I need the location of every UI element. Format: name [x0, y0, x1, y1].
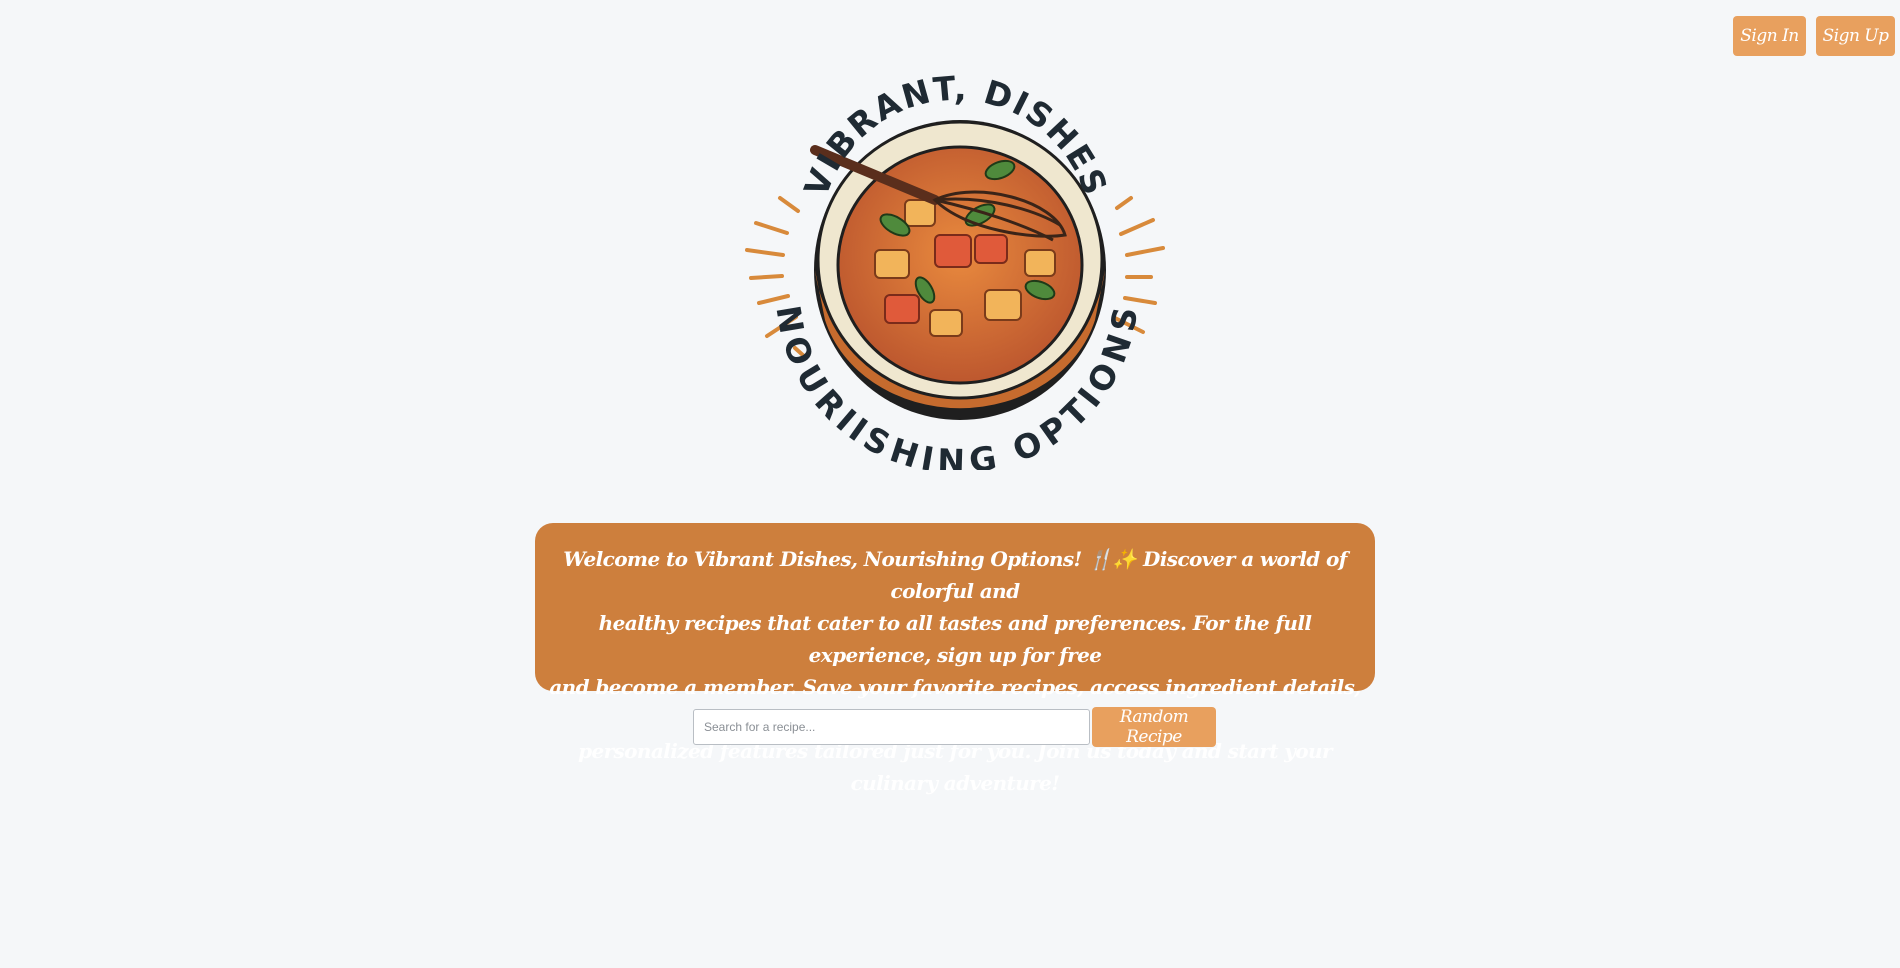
site-logo: VIBRANT, DISHES NOURIISHING OPTIONS: [745, 68, 1165, 470]
search-input[interactable]: [693, 709, 1090, 745]
sign-in-button[interactable]: Sign In: [1733, 16, 1806, 56]
random-recipe-button[interactable]: Random Recipe: [1092, 707, 1216, 747]
welcome-line: Welcome to Vibrant Dishes, Nourishing Op…: [563, 547, 1347, 603]
welcome-banner: Welcome to Vibrant Dishes, Nourishing Op…: [535, 523, 1375, 795]
search-bar: Random Recipe: [693, 707, 1216, 747]
auth-buttons: Sign In Sign Up: [1733, 16, 1895, 56]
welcome-line: healthy recipes that cater to all tastes…: [598, 611, 1312, 667]
sign-up-button[interactable]: Sign Up: [1816, 16, 1895, 56]
